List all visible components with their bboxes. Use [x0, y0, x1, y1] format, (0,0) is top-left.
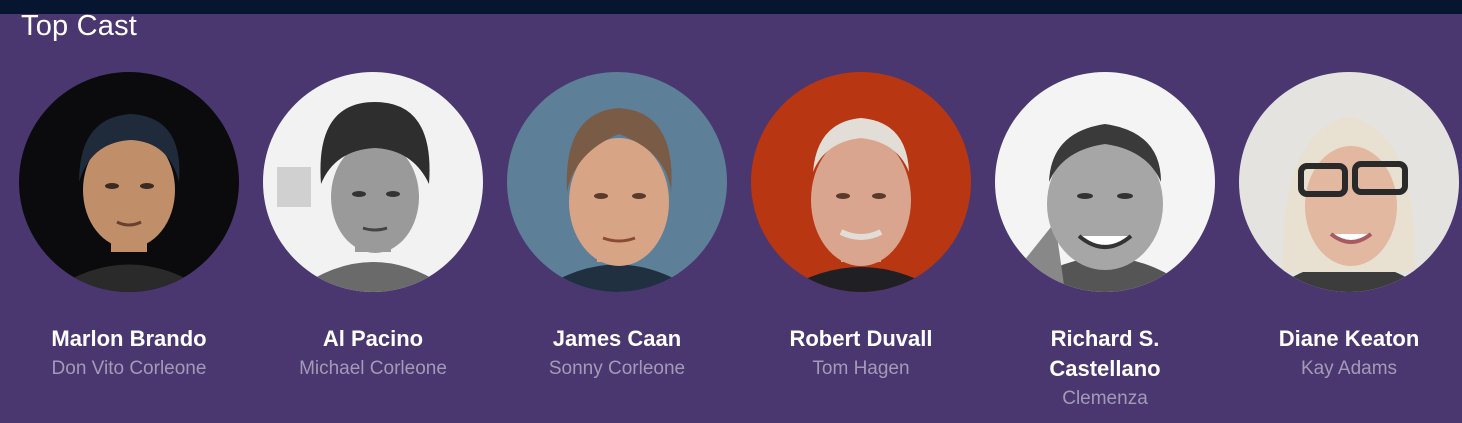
actor-photo[interactable] [995, 72, 1215, 292]
cast-card[interactable]: Diane Keaton Kay Adams [1239, 72, 1459, 384]
actor-name[interactable]: Al Pacino [263, 324, 483, 354]
actor-portrait-icon [751, 72, 971, 292]
actor-name[interactable]: Richard S. Castellano [995, 324, 1215, 384]
character-name: Sonny Corleone [548, 358, 686, 379]
actor-portrait-icon [263, 72, 483, 292]
character-name: Tom Hagen [812, 358, 910, 379]
actor-photo[interactable] [1239, 72, 1459, 292]
actor-portrait-icon [995, 72, 1215, 292]
actor-name[interactable]: Diane Keaton [1239, 324, 1459, 354]
cast-card[interactable]: Robert Duvall Tom Hagen [751, 72, 971, 384]
cast-card[interactable]: Richard S. Castellano Clemenza [995, 72, 1215, 414]
actor-photo[interactable] [507, 72, 727, 292]
actor-name[interactable]: Marlon Brando [19, 324, 239, 354]
cast-card[interactable]: James Caan Sonny Corleone [507, 72, 727, 384]
character-name: Kay Adams [1300, 358, 1398, 379]
actor-photo[interactable] [751, 72, 971, 292]
cast-card[interactable]: Al Pacino Michael Corleone [263, 72, 483, 384]
actor-name[interactable]: James Caan [507, 324, 727, 354]
actor-portrait-icon [1239, 72, 1459, 292]
cast-list: Marlon Brando Don Vito Corleone Al Pacin… [0, 0, 1462, 423]
character-name: Clemenza [1062, 388, 1148, 409]
actor-photo[interactable] [263, 72, 483, 292]
character-name: Michael Corleone [299, 358, 447, 379]
actor-portrait-icon [507, 72, 727, 292]
character-name: Don Vito Corleone [51, 358, 207, 379]
actor-name[interactable]: Robert Duvall [751, 324, 971, 354]
actor-photo[interactable] [19, 72, 239, 292]
cast-card[interactable]: Marlon Brando Don Vito Corleone [19, 72, 239, 384]
actor-portrait-icon [19, 72, 239, 292]
